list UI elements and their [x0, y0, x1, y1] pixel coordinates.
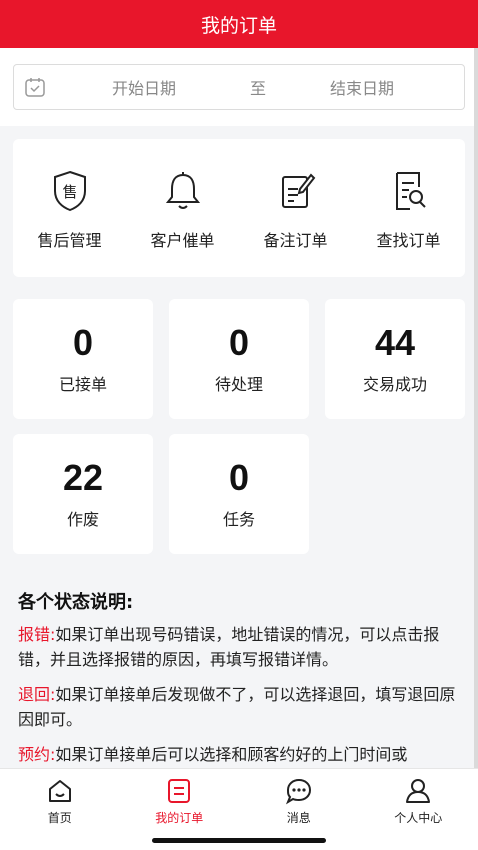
stat-value: 0 — [228, 457, 250, 498]
after-sales-button[interactable]: 售 售后管理 — [13, 139, 126, 277]
stat-label: 作废 — [66, 510, 99, 529]
shield-character: 售 — [62, 183, 77, 201]
find-order-button[interactable]: 查找订单 — [352, 139, 465, 277]
stat-voided[interactable]: 22 作废 — [13, 434, 153, 554]
stat-label: 已接单 — [58, 375, 107, 394]
home-icon — [48, 780, 71, 802]
tool-label: 售后管理 — [37, 231, 102, 250]
start-date-field[interactable]: 开始日期 — [112, 75, 188, 99]
stat-label: 任务 — [222, 510, 255, 529]
stat-value: 0 — [72, 322, 94, 363]
order-list-icon — [168, 779, 191, 803]
stat-value: 44 — [374, 322, 416, 363]
bell-icon — [165, 172, 200, 209]
tab-home[interactable]: 首页 — [0, 769, 120, 850]
stat-label: 交易成功 — [362, 375, 427, 394]
tool-label: 备注订单 — [263, 231, 328, 250]
status-description: 各个状态说明: 报错:如果订单出现号码错误，地址错误的情况，可以点击报错，并且选… — [18, 588, 456, 777]
tab-profile[interactable]: 个人中心 — [359, 769, 478, 850]
edit-note-icon — [281, 173, 315, 208]
status-key: 预约: — [18, 745, 56, 764]
status-item-appointment: 预约:如果订单接单后可以选择和顾客约好的上门时间或 — [18, 742, 456, 767]
status-item-error: 报错:如果订单出现号码错误，地址错误的情况，可以点击报错，并且选择报错的原因，再… — [18, 622, 456, 672]
stat-label: 待处理 — [214, 375, 263, 394]
after-sales-shield-icon: 售 — [53, 170, 86, 212]
page-header: 我的订单 — [0, 0, 478, 48]
tools-card: 售 售后管理 客户催单 备注订单 查找订单 — [13, 139, 465, 277]
stat-tasks[interactable]: 0 任务 — [169, 434, 309, 554]
page-title: 我的订单 — [200, 14, 277, 37]
date-range-picker[interactable]: 开始日期 至 结束日期 — [13, 64, 465, 110]
stat-completed[interactable]: 44 交易成功 — [325, 299, 465, 419]
status-item-return: 退回:如果订单接单后发现做不了，可以选择退回，填写退回原因即可。 — [18, 682, 456, 732]
stat-pending[interactable]: 0 待处理 — [169, 299, 309, 419]
status-key: 退回: — [18, 685, 56, 704]
home-indicator[interactable] — [152, 838, 326, 843]
stat-value: 22 — [62, 457, 104, 498]
date-separator: 至 — [250, 79, 267, 98]
status-key: 报错: — [18, 625, 56, 644]
message-icon — [285, 778, 311, 805]
status-description-title: 各个状态说明: — [18, 592, 134, 613]
customer-urge-button[interactable]: 客户催单 — [126, 139, 239, 277]
tab-label: 消息 — [286, 811, 311, 825]
tool-label: 查找订单 — [376, 231, 441, 250]
user-icon — [406, 779, 431, 803]
tab-label: 首页 — [47, 811, 72, 825]
remark-order-button[interactable]: 备注订单 — [239, 139, 352, 277]
status-text: 如果订单接单后发现做不了，可以选择退回，填写退回原因即可。 — [18, 685, 456, 729]
status-text: 如果订单接单后可以选择和顾客约好的上门时间或 — [55, 745, 408, 764]
status-text: 如果订单出现号码错误，地址错误的情况，可以点击报错，并且选择报错的原因，再填写报… — [18, 625, 440, 669]
search-document-icon — [395, 172, 426, 210]
end-date-field[interactable]: 结束日期 — [330, 75, 406, 99]
tab-label: 个人中心 — [394, 811, 443, 825]
tool-label: 客户催单 — [150, 231, 215, 250]
tab-label: 我的订单 — [155, 811, 204, 825]
scrollbar[interactable] — [474, 48, 478, 768]
stat-accepted[interactable]: 0 已接单 — [13, 299, 153, 419]
date-filter-section: 开始日期 至 结束日期 — [0, 48, 478, 126]
stat-value: 0 — [228, 322, 250, 363]
calendar-icon — [25, 78, 45, 97]
